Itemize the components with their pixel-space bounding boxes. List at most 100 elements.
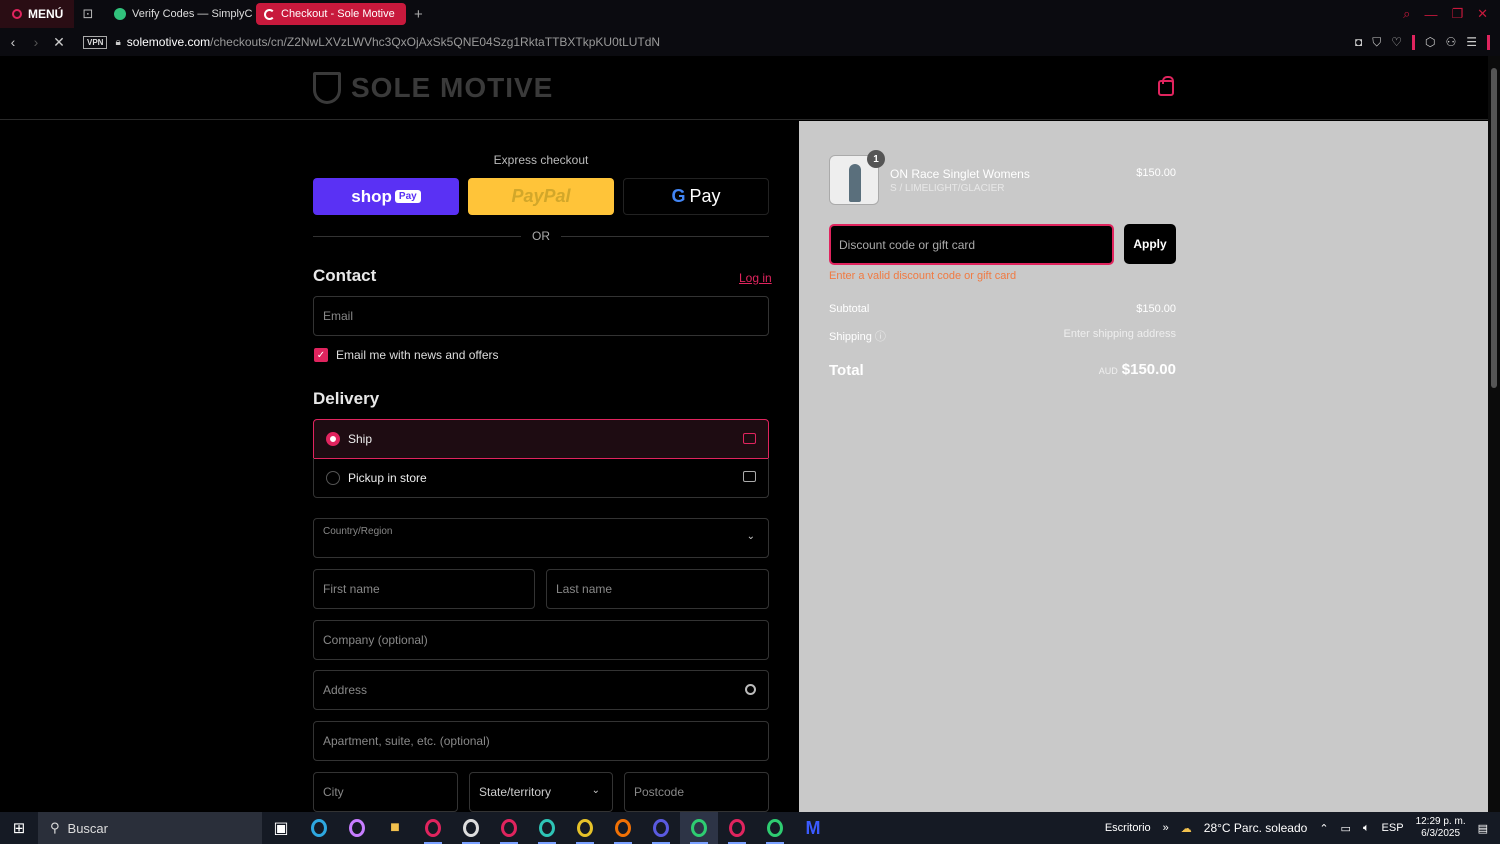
lock-icon[interactable]: 🔒︎	[115, 37, 120, 48]
tab-snap-icon[interactable]: ⊡	[74, 0, 102, 28]
windows-taskbar: ⊞ ⚲ Buscar ▣ ■ M Escritorio » ☁︎ 28°C Pa…	[0, 812, 1500, 844]
forward-button[interactable]: ›	[26, 34, 46, 50]
discount-code-input[interactable]: Discount code or gift card	[829, 224, 1114, 265]
shipping-label: Shipping ⓘ	[829, 328, 886, 344]
pickup-radio[interactable]	[326, 470, 340, 485]
paypal-button[interactable]: PayPal	[468, 178, 614, 215]
apartment-placeholder: Apartment, suite, etc. (optional)	[323, 734, 490, 748]
newsletter-checkbox[interactable]: ✓	[314, 348, 328, 362]
ship-radio[interactable]	[326, 432, 340, 446]
sidebar-accent	[1487, 34, 1490, 50]
product-price: $150.00	[1136, 167, 1176, 179]
postcode-field[interactable]: Postcode	[624, 772, 769, 812]
info-icon[interactable]: ⓘ	[875, 331, 886, 343]
copilot-icon[interactable]	[338, 812, 376, 844]
scrollbar-thumb[interactable]	[1491, 68, 1497, 388]
country-label: Country/Region	[323, 526, 393, 537]
opera-icon[interactable]	[528, 812, 566, 844]
new-tab-button[interactable]: +	[414, 6, 423, 23]
newsletter-option[interactable]: ✓ Email me with news and offers	[314, 348, 499, 362]
opera-icon[interactable]	[566, 812, 604, 844]
sidebar-divider	[1411, 34, 1415, 50]
shop-pay-badge: Pay	[394, 190, 421, 203]
checkout-page: SOLE MOTIVE Express checkout shop Pay Pa…	[0, 56, 1488, 812]
windows-start-icon[interactable]: ⊞	[0, 819, 38, 837]
product-variant: S / LIMELIGHT/GLACIER	[890, 183, 1005, 194]
newsletter-label: Email me with news and offers	[336, 348, 499, 362]
page-scrollbar[interactable]	[1488, 56, 1500, 812]
site-logo[interactable]: SOLE MOTIVE	[313, 72, 553, 104]
back-button[interactable]: ‹	[3, 34, 23, 50]
first-name-placeholder: First name	[323, 582, 380, 596]
opera-icon[interactable]	[642, 812, 680, 844]
taskbar-search[interactable]: ⚲ Buscar	[38, 812, 262, 844]
first-name-field[interactable]: First name	[313, 569, 535, 609]
opera-icon[interactable]	[414, 812, 452, 844]
state-select[interactable]: State/territory ⌄	[469, 772, 613, 812]
opera-icon[interactable]	[718, 812, 756, 844]
extensions-icon[interactable]: ⬡	[1425, 35, 1435, 49]
search-icon	[745, 684, 756, 695]
desktop-label[interactable]: Escritorio	[1105, 822, 1151, 834]
opera-icon[interactable]	[680, 812, 718, 844]
opera-icon[interactable]	[756, 812, 794, 844]
menu-label: MENÚ	[28, 7, 64, 21]
url-field[interactable]: solemotive.com/checkouts/cn/Z2NwLXVzLWVh…	[127, 35, 660, 49]
edge-icon[interactable]	[300, 812, 338, 844]
pickup-label: Pickup in store	[348, 470, 427, 485]
opera-icon[interactable]	[452, 812, 490, 844]
country-select[interactable]: Country/Region ⌄	[313, 518, 769, 558]
weather-text[interactable]: 28°C Parc. soleado	[1204, 821, 1308, 835]
shop-pay-button[interactable]: shop Pay	[313, 178, 459, 215]
last-name-field[interactable]: Last name	[546, 569, 769, 609]
tab-verify-codes[interactable]: Verify Codes — SimplyCo	[106, 3, 252, 25]
window-controls: ⌕ — ❐ ✕	[1403, 0, 1500, 28]
volume-icon[interactable]: 🔈︎	[1363, 822, 1370, 835]
cart-bag-icon[interactable]	[1158, 76, 1174, 96]
task-view-icon[interactable]: ▣	[262, 812, 300, 844]
opera-logo-icon	[12, 9, 22, 19]
file-explorer-icon[interactable]: ■	[376, 812, 414, 844]
vpn-badge[interactable]: VPN	[83, 35, 108, 49]
stop-loading-button[interactable]: ✕	[49, 34, 69, 51]
tab-search-icon[interactable]: ⌕	[1403, 6, 1410, 22]
company-field[interactable]: Company (optional)	[313, 620, 769, 660]
tab-checkout[interactable]: Checkout - Sole Motive	[256, 3, 406, 25]
heart-icon[interactable]: ♡	[1391, 35, 1402, 49]
apply-button[interactable]: Apply	[1124, 224, 1176, 264]
close-button[interactable]: ✕	[1477, 6, 1488, 22]
clock[interactable]: 12:29 p. m. 6/3/2025	[1416, 816, 1466, 840]
chevron-right-icon[interactable]: »	[1163, 822, 1169, 834]
network-icon[interactable]: ▭	[1341, 822, 1351, 835]
notifications-icon[interactable]: ▤	[1478, 822, 1488, 835]
or-divider: OR	[313, 228, 769, 244]
city-field[interactable]: City	[313, 772, 458, 812]
shield-icon[interactable]: ⛉	[1372, 35, 1381, 50]
chevron-up-icon[interactable]: ⌃	[1319, 822, 1328, 835]
ship-label: Ship	[348, 432, 373, 446]
email-field[interactable]: Email	[313, 296, 769, 336]
opera-icon[interactable]	[604, 812, 642, 844]
minimize-button[interactable]: —	[1424, 7, 1437, 22]
address-field[interactable]: Address	[313, 670, 769, 710]
delivery-option-pickup[interactable]: Pickup in store	[313, 458, 769, 498]
language-indicator[interactable]: ESP	[1382, 822, 1404, 834]
delivery-title: Delivery	[313, 389, 380, 408]
browser-menu-button[interactable]: MENÚ	[0, 0, 74, 28]
delivery-option-ship[interactable]: Ship	[313, 419, 769, 459]
easy-setup-icon[interactable]: ☰	[1466, 35, 1477, 49]
url-host: solemotive.com	[126, 35, 211, 49]
m-app-icon[interactable]: M	[794, 812, 832, 844]
snapshot-icon[interactable]: ◘	[1355, 35, 1362, 49]
weather-icon[interactable]: ☁︎	[1181, 822, 1192, 835]
chevron-down-icon: ⌄	[591, 785, 600, 796]
login-link[interactable]: Log in	[739, 271, 772, 285]
profile-icon[interactable]: ⚇	[1445, 35, 1456, 49]
google-pay-button[interactable]: G Pay	[623, 178, 769, 215]
search-icon: ⚲	[50, 820, 60, 835]
maximize-button[interactable]: ❐	[1451, 6, 1463, 22]
system-tray: Escritorio » ☁︎ 28°C Parc. soleado ⌃ ▭ 🔈…	[1105, 812, 1500, 844]
apartment-field[interactable]: Apartment, suite, etc. (optional)	[313, 721, 769, 761]
store-icon	[743, 471, 756, 482]
opera-icon[interactable]	[490, 812, 528, 844]
